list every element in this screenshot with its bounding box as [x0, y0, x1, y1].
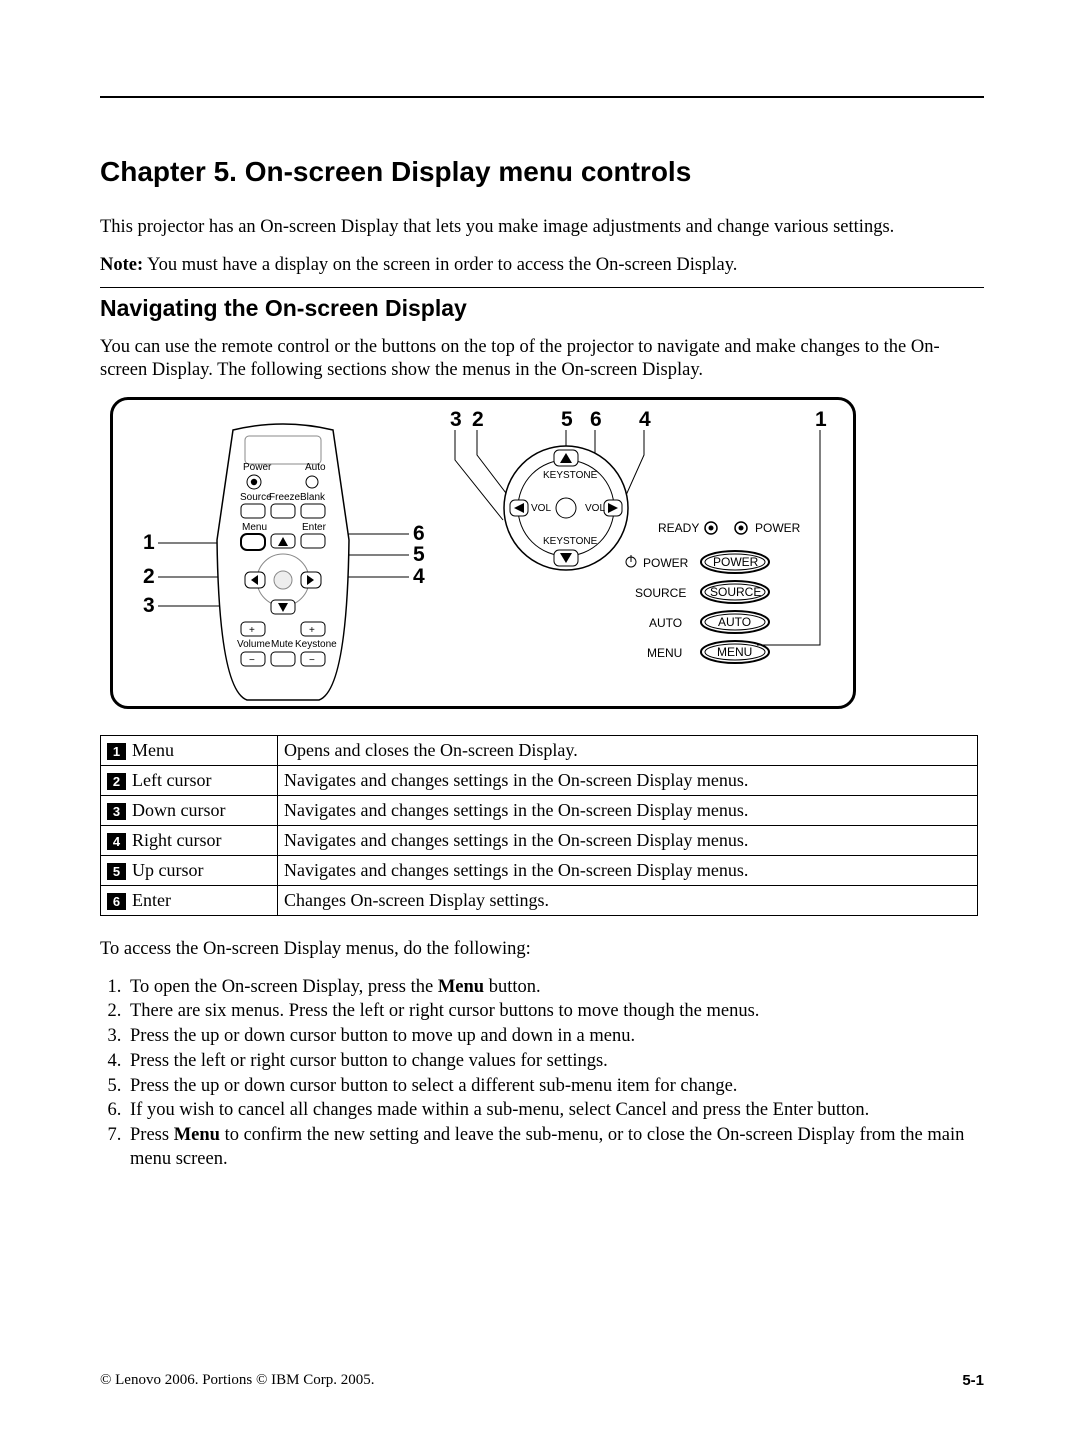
svg-text:SOURCE: SOURCE: [635, 586, 686, 600]
svg-text:Mute: Mute: [271, 639, 294, 650]
svg-text:3: 3: [143, 594, 155, 617]
list-item: If you wish to cancel all changes made w…: [126, 1099, 984, 1123]
note-label: Note:: [100, 255, 143, 275]
svg-text:SOURCE: SOURCE: [710, 585, 761, 599]
svg-text:3: 3: [450, 408, 462, 431]
section-intro: You can use the remote control or the bu…: [100, 336, 984, 383]
list-item: To open the On-screen Display, press the…: [126, 976, 984, 1000]
svg-text:Blank: Blank: [300, 492, 326, 503]
svg-text:POWER: POWER: [713, 555, 759, 569]
svg-text:1: 1: [143, 531, 155, 554]
svg-text:Enter: Enter: [302, 522, 327, 533]
svg-text:VOL: VOL: [531, 503, 551, 514]
svg-text:6: 6: [413, 522, 425, 545]
svg-text:−: −: [309, 655, 315, 666]
remote-control: Power Auto Source Freeze Blank Menu Ente…: [217, 424, 349, 700]
table-row: 5Up cursor Navigates and changes setting…: [101, 856, 978, 886]
svg-text:+: +: [309, 625, 315, 636]
table-row: 1Menu Opens and closes the On-screen Dis…: [101, 735, 978, 765]
svg-text:6: 6: [590, 408, 602, 431]
table-row: 2Left cursor Navigates and changes setti…: [101, 765, 978, 795]
svg-text:AUTO: AUTO: [649, 616, 682, 630]
page-footer: © Lenovo 2006. Portions © IBM Corp. 2005…: [100, 1371, 984, 1390]
list-item: Press Menu to confirm the new setting an…: [126, 1124, 984, 1171]
svg-text:4: 4: [413, 565, 425, 588]
svg-text:1: 1: [815, 408, 827, 431]
copyright: © Lenovo 2006. Portions © IBM Corp. 2005…: [100, 1371, 374, 1390]
section-title: Navigating the On-screen Display: [100, 294, 984, 323]
svg-text:MENU: MENU: [717, 645, 752, 659]
note-line: Note: You must have a display on the scr…: [100, 254, 984, 278]
svg-text:2: 2: [143, 565, 155, 588]
steps-intro: To access the On-screen Display menus, d…: [100, 938, 984, 962]
control-wheel: KEYSTONE KEYSTONE VOL VOL: [504, 446, 628, 570]
svg-text:Freeze: Freeze: [269, 492, 301, 503]
svg-text:+: +: [249, 625, 255, 636]
svg-text:POWER: POWER: [755, 521, 801, 535]
svg-text:5: 5: [561, 408, 573, 431]
svg-text:Auto: Auto: [305, 462, 326, 473]
svg-text:2: 2: [472, 408, 484, 431]
note-text: You must have a display on the screen in…: [143, 255, 737, 275]
svg-text:READY: READY: [658, 521, 699, 535]
svg-text:KEYSTONE: KEYSTONE: [543, 536, 598, 547]
svg-text:Volume: Volume: [237, 639, 271, 650]
table-row: 3Down cursor Navigates and changes setti…: [101, 796, 978, 826]
svg-text:Source: Source: [240, 492, 272, 503]
svg-text:−: −: [249, 655, 255, 666]
list-item: Press the left or right cursor button to…: [126, 1050, 984, 1074]
page-number: 5-1: [962, 1371, 984, 1390]
svg-text:MENU: MENU: [647, 646, 682, 660]
intro-paragraph: This projector has an On-screen Display …: [100, 216, 984, 240]
svg-text:VOL: VOL: [585, 503, 605, 514]
svg-text:Keystone: Keystone: [295, 639, 337, 650]
top-rule: [100, 96, 984, 98]
svg-text:KEYSTONE: KEYSTONE: [543, 470, 598, 481]
steps-list: To open the On-screen Display, press the…: [100, 976, 984, 1171]
table-row: 6Enter Changes On-screen Display setting…: [101, 886, 978, 916]
figure-diagram: 3 2 5 6 4 1 1 2 3: [110, 397, 856, 709]
legend-table: 1Menu Opens and closes the On-screen Dis…: [100, 735, 978, 916]
svg-text:4: 4: [639, 408, 651, 431]
svg-text:POWER: POWER: [643, 556, 689, 570]
list-item: Press the up or down cursor button to mo…: [126, 1025, 984, 1049]
list-item: Press the up or down cursor button to se…: [126, 1075, 984, 1099]
svg-text:Menu: Menu: [242, 522, 267, 533]
list-item: There are six menus. Press the left or r…: [126, 1000, 984, 1024]
projector-panel: READY POWER POWER POWER SOURCE SOURCE: [626, 521, 801, 663]
svg-text:Power: Power: [243, 462, 272, 473]
section-rule: [100, 287, 984, 288]
table-row: 4Right cursor Navigates and changes sett…: [101, 826, 978, 856]
svg-text:5: 5: [413, 543, 425, 566]
svg-text:AUTO: AUTO: [718, 615, 751, 629]
chapter-title: Chapter 5. On-screen Display menu contro…: [100, 154, 984, 190]
